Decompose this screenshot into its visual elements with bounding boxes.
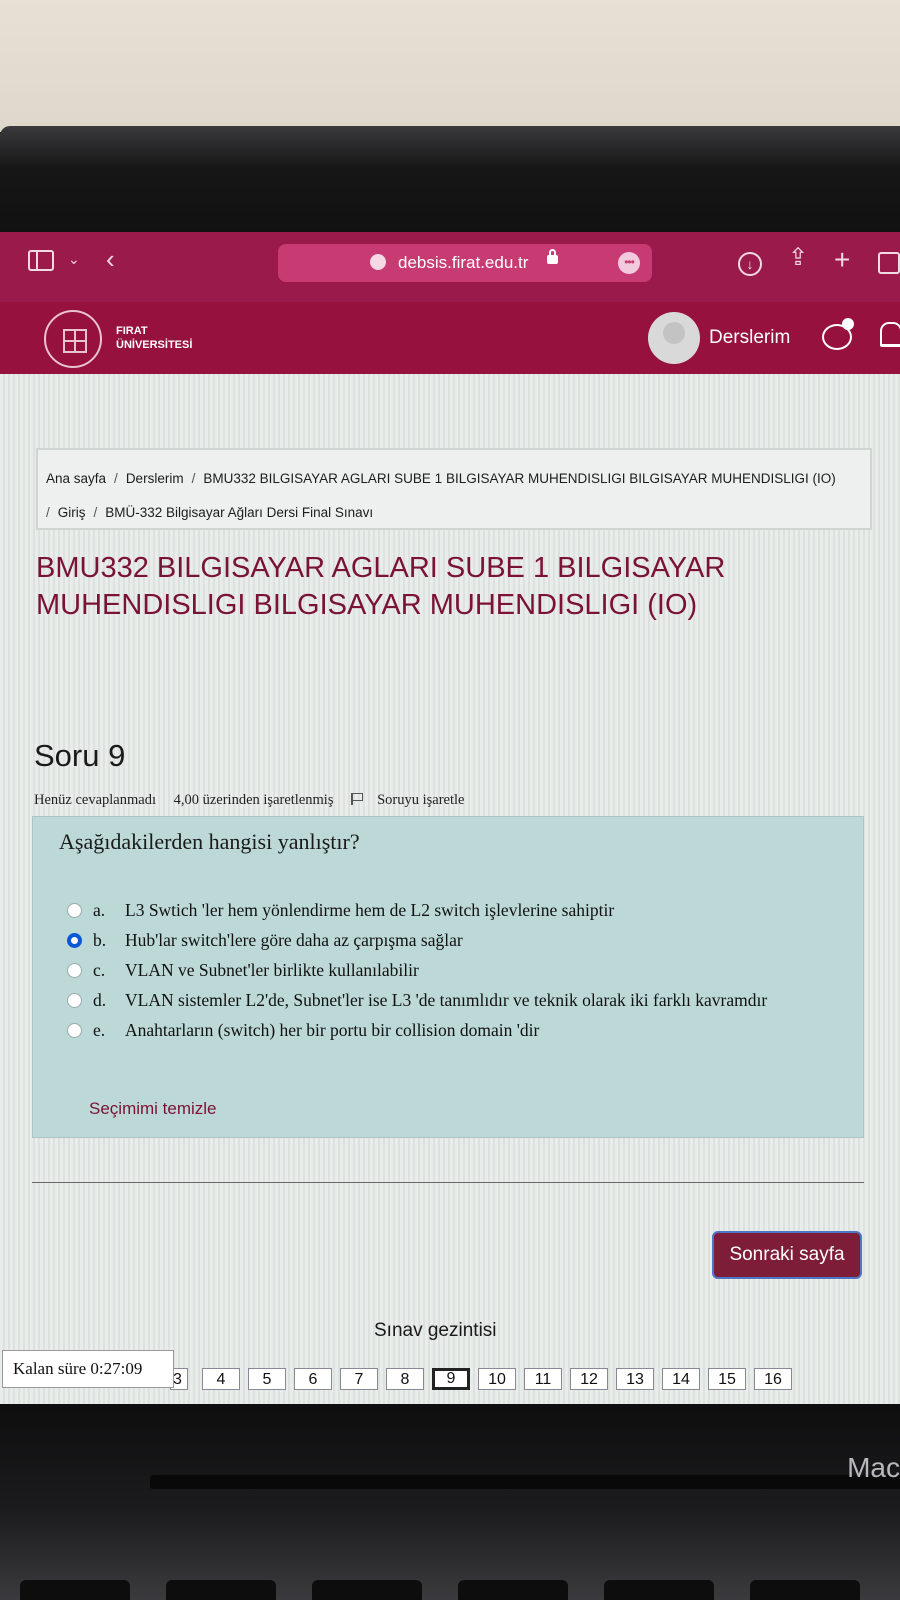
- quiz-nav-button-5[interactable]: 5: [248, 1368, 286, 1390]
- answer-letter: b.: [93, 930, 107, 950]
- radio-d[interactable]: [67, 993, 82, 1008]
- answer-options: a. L3 Swtich 'ler hem yönlendirme hem de…: [67, 899, 827, 1049]
- key: [458, 1580, 568, 1600]
- answer-option-c[interactable]: c. VLAN ve Subnet'ler birlikte kullanıla…: [67, 959, 827, 982]
- quiz-nav-button-13[interactable]: 13: [616, 1368, 654, 1390]
- notifications-bell-icon[interactable]: [880, 322, 900, 347]
- share-icon[interactable]: ⇪: [788, 246, 808, 270]
- quiz-nav-button-12[interactable]: 12: [570, 1368, 608, 1390]
- answer-text: Anahtarların (switch) her bir portu bir …: [125, 1020, 540, 1040]
- quiz-nav-button-6[interactable]: 6: [294, 1368, 332, 1390]
- answer-text: L3 Swtich 'ler hem yönlendirme hem de L2…: [125, 900, 615, 920]
- nav-derslerim[interactable]: Derslerim: [709, 327, 790, 349]
- answer-letter: e.: [93, 1020, 106, 1040]
- radio-c[interactable]: [67, 963, 82, 978]
- key: [750, 1580, 860, 1600]
- time-remaining: Kalan süre 0:27:09: [2, 1350, 174, 1388]
- breadcrumb-separator: /: [93, 505, 98, 520]
- divider: [32, 1182, 864, 1183]
- seal-emblem-icon: [63, 329, 87, 353]
- answer-text: Hub'lar switch'lere göre daha az çarpışm…: [125, 930, 463, 950]
- flag-icon: [351, 793, 364, 805]
- answer-option-d[interactable]: d. VLAN sistemler L2'de, Subnet'ler ise …: [67, 989, 827, 1012]
- breadcrumb-home[interactable]: Ana sayfa: [46, 471, 106, 486]
- key: [166, 1580, 276, 1600]
- more-options-icon[interactable]: •••: [618, 252, 640, 274]
- tab-overview-icon[interactable]: [878, 252, 900, 274]
- question-marks: 4,00 üzerinden işaretlenmiş: [173, 792, 334, 808]
- answer-text: VLAN sistemler L2'de, Subnet'ler ise L3 …: [125, 990, 768, 1010]
- question-status: Henüz cevaplanmadı: [34, 792, 156, 808]
- quiz-nav-button-11[interactable]: 11: [524, 1368, 562, 1390]
- browser-toolbar: ⌄ ‹ debsis.firat.edu.tr ••• ↓ ⇪ +: [0, 232, 900, 302]
- university-name-line1: FIRAT: [116, 325, 148, 337]
- answer-option-b[interactable]: b. Hub'lar switch'lere göre daha az çarp…: [67, 929, 827, 952]
- page-content: Ana sayfa / Derslerim / BMU332 BILGISAYAR AG…: [0, 374, 900, 1404]
- quiz-nav-button-4[interactable]: 4: [202, 1368, 240, 1390]
- radio-b[interactable]: [67, 933, 82, 948]
- next-page-button[interactable]: Sonraki sayfa: [712, 1231, 862, 1279]
- breadcrumb-separator: /: [191, 471, 196, 486]
- new-tab-icon[interactable]: +: [834, 246, 850, 274]
- quiz-nav-button-16[interactable]: 16: [754, 1368, 792, 1390]
- back-arrow-icon[interactable]: ‹: [106, 246, 115, 272]
- laptop-hinge: [150, 1475, 900, 1489]
- breadcrumb-course[interactable]: BMU332 BILGISAYAR AGLARI SUBE 1 BILGISAY…: [203, 471, 835, 486]
- url-text: debsis.firat.edu.tr: [398, 253, 529, 272]
- breadcrumb-exam[interactable]: BMÜ-332 Bilgisayar Ağları Dersi Final Sı…: [105, 505, 373, 520]
- quiz-navigation: 3 4 5 6 7 8 9 10 11 12 13 14 15 16: [170, 1368, 800, 1390]
- flag-question-link[interactable]: Soruyu işaretle: [351, 792, 478, 808]
- site-favicon-icon: [370, 254, 386, 270]
- breadcrumb-derslerim[interactable]: Derslerim: [126, 471, 184, 486]
- answer-letter: d.: [93, 990, 107, 1010]
- quiz-nav-button-8[interactable]: 8: [386, 1368, 424, 1390]
- question-number: Soru 9: [34, 738, 126, 773]
- key: [20, 1580, 130, 1600]
- messages-badge: [842, 318, 854, 330]
- breadcrumb-separator: /: [46, 505, 50, 520]
- user-avatar[interactable]: [648, 312, 700, 364]
- answer-option-e[interactable]: e. Anahtarların (switch) her bir portu b…: [67, 1019, 827, 1042]
- chevron-down-icon[interactable]: ⌄: [68, 252, 80, 266]
- quiz-nav-button-7[interactable]: 7: [340, 1368, 378, 1390]
- breadcrumb-giris[interactable]: Giriş: [58, 505, 86, 520]
- site-header: FIRAT ÜNİVERSİTESİ Derslerim: [0, 302, 900, 374]
- question-text: Aşağıdakilerden hangisi yanlıştır?: [59, 829, 360, 854]
- address-bar[interactable]: debsis.firat.edu.tr •••: [278, 244, 652, 282]
- question-info: Henüz cevaplanmadı 4,00 üzerinden işaret…: [34, 792, 492, 809]
- answer-option-a[interactable]: a. L3 Swtich 'ler hem yönlendirme hem de…: [67, 899, 827, 922]
- answer-letter: c.: [93, 960, 106, 980]
- quiz-nav-button-15[interactable]: 15: [708, 1368, 746, 1390]
- sidebar-toggle-icon[interactable]: [28, 250, 54, 271]
- device-label: Mac: [847, 1452, 900, 1483]
- laptop-bezel-top: [0, 126, 900, 234]
- quiz-nav-button-10[interactable]: 10: [478, 1368, 516, 1390]
- clear-selection-link[interactable]: Seçimimi temizle: [89, 1099, 217, 1119]
- background-wall: [0, 0, 900, 132]
- key: [604, 1580, 714, 1600]
- quiz-nav-button-14[interactable]: 14: [662, 1368, 700, 1390]
- university-name-line2: ÜNİVERSİTESİ: [116, 339, 193, 351]
- key: [312, 1580, 422, 1600]
- page-title: BMU332 BILGISAYAR AGLARI SUBE 1 BILGISAY…: [36, 552, 726, 621]
- keyboard-keys: [0, 1580, 900, 1600]
- question-box: Aşağıdakilerden hangisi yanlıştır? a. L3…: [32, 816, 864, 1138]
- laptop-screen: ⌄ ‹ debsis.firat.edu.tr ••• ↓ ⇪ + FIRAT …: [0, 232, 900, 1404]
- flag-question-label: Soruyu işaretle: [377, 792, 465, 808]
- university-name[interactable]: FIRAT ÜNİVERSİTESİ: [116, 324, 236, 352]
- radio-e[interactable]: [67, 1023, 82, 1038]
- answer-text: VLAN ve Subnet'ler birlikte kullanılabil…: [125, 960, 419, 980]
- university-seal-logo[interactable]: [44, 310, 102, 368]
- lock-icon: [547, 249, 558, 264]
- breadcrumb: Ana sayfa / Derslerim / BMU332 BILGISAYAR AG…: [36, 448, 872, 530]
- quiz-nav-button-9-current[interactable]: 9: [432, 1368, 470, 1390]
- download-icon[interactable]: ↓: [738, 252, 762, 276]
- quiz-navigation-title: Sınav gezintisi: [374, 1320, 497, 1341]
- laptop-bezel-bottom: [0, 1404, 900, 1600]
- answer-letter: a.: [93, 900, 106, 920]
- breadcrumb-separator: /: [114, 471, 118, 486]
- radio-a[interactable]: [67, 903, 82, 918]
